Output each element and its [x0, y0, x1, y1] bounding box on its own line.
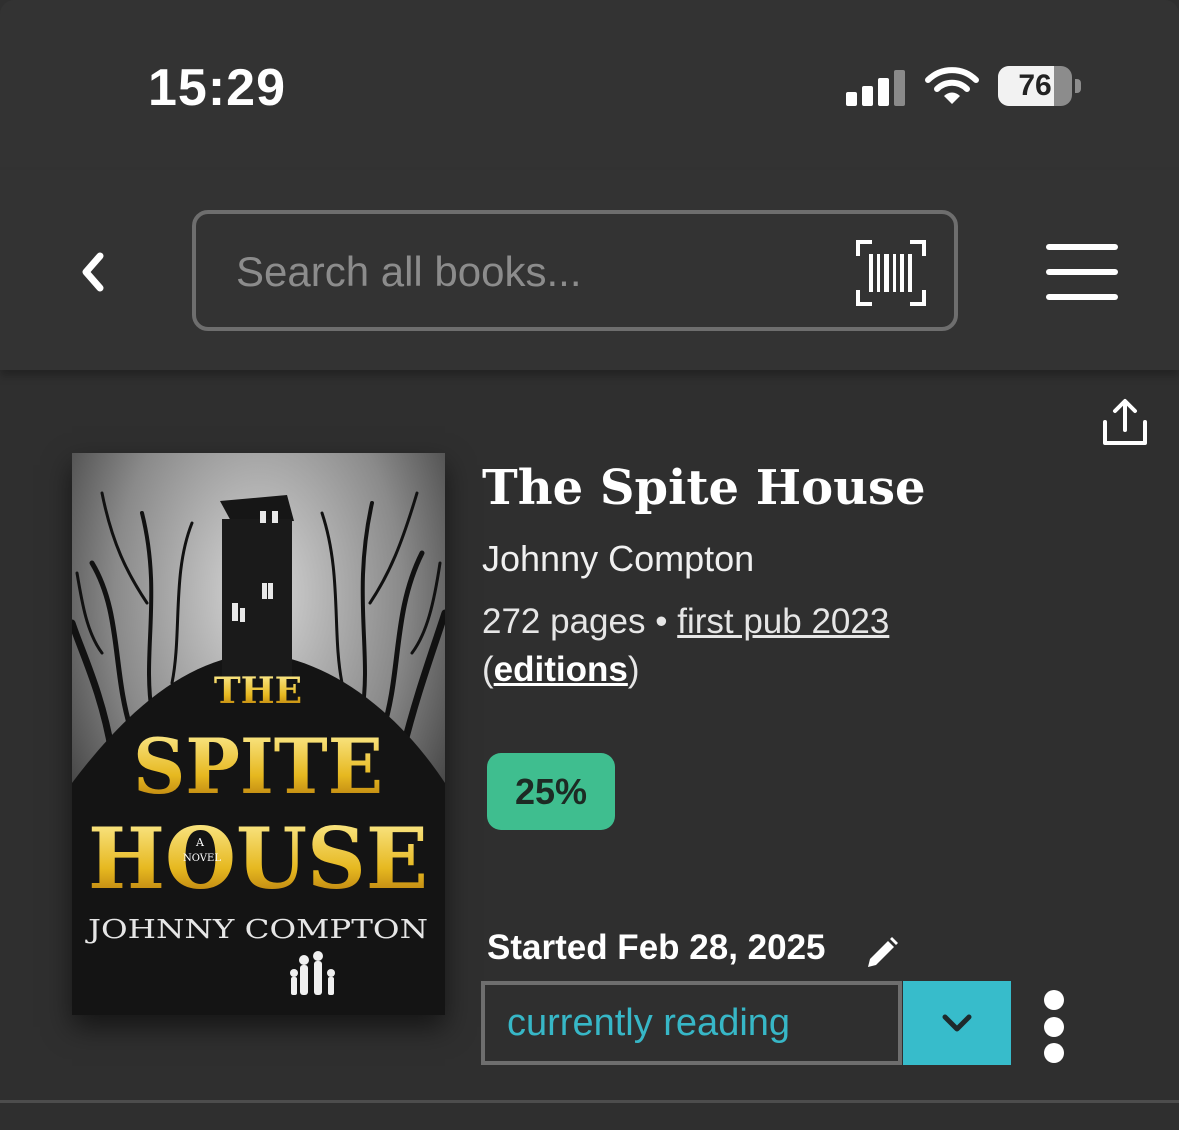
search-box	[192, 210, 958, 331]
cover-title-the: THE	[214, 670, 302, 712]
search-input[interactable]	[234, 238, 818, 306]
editions-open-paren: (	[482, 650, 494, 689]
book-cover-image[interactable]: THE SPITE HOUSE A NOVEL JOHNNY COMPTON	[72, 453, 445, 1015]
more-options-icon[interactable]	[1040, 988, 1070, 1064]
cover-author: JOHNNY COMPTON	[84, 915, 428, 945]
back-button[interactable]	[66, 242, 126, 302]
chevron-left-icon	[82, 252, 104, 292]
started-date: Started Feb 28, 2025	[487, 928, 826, 967]
edit-pencil-icon[interactable]	[864, 935, 900, 971]
editions-link[interactable]: editions	[494, 650, 628, 689]
cover-tag-a: A	[195, 836, 205, 849]
barcode-scan-icon[interactable]	[856, 240, 926, 306]
page-count: 272 pages	[482, 602, 646, 641]
hamburger-menu-icon[interactable]	[1046, 244, 1120, 302]
share-icon[interactable]	[1100, 398, 1150, 448]
cover-tag-novel: NOVEL	[183, 853, 221, 864]
status-bar: 15:29 76	[0, 0, 1179, 170]
book-author[interactable]: Johnny Compton	[482, 538, 754, 580]
cellular-signal-icon	[846, 70, 906, 106]
first-pub-link[interactable]: first pub 2023	[677, 602, 889, 641]
book-meta: 272 pages • first pub 2023 (editions)	[482, 598, 982, 694]
status-time: 15:29	[148, 59, 286, 117]
battery-tip	[1075, 79, 1081, 93]
book-title: The Spite House	[482, 460, 926, 516]
wifi-icon	[925, 67, 979, 104]
meta-separator: •	[655, 602, 668, 641]
status-dropdown-button[interactable]	[903, 981, 1011, 1065]
reading-status-label: currently reading	[507, 1002, 791, 1044]
battery-icon: 76	[998, 66, 1072, 106]
header	[0, 170, 1179, 370]
section-divider	[0, 1100, 1179, 1103]
cover-title-house: HOUSE	[88, 809, 428, 908]
reading-status-select[interactable]: currently reading	[481, 981, 902, 1065]
cover-title-spite: SPITE	[133, 722, 383, 811]
editions-close-paren: )	[627, 650, 640, 689]
progress-badge[interactable]: 25%	[487, 753, 615, 830]
battery-percent: 76	[1018, 69, 1052, 102]
chevron-down-icon	[942, 1014, 972, 1032]
